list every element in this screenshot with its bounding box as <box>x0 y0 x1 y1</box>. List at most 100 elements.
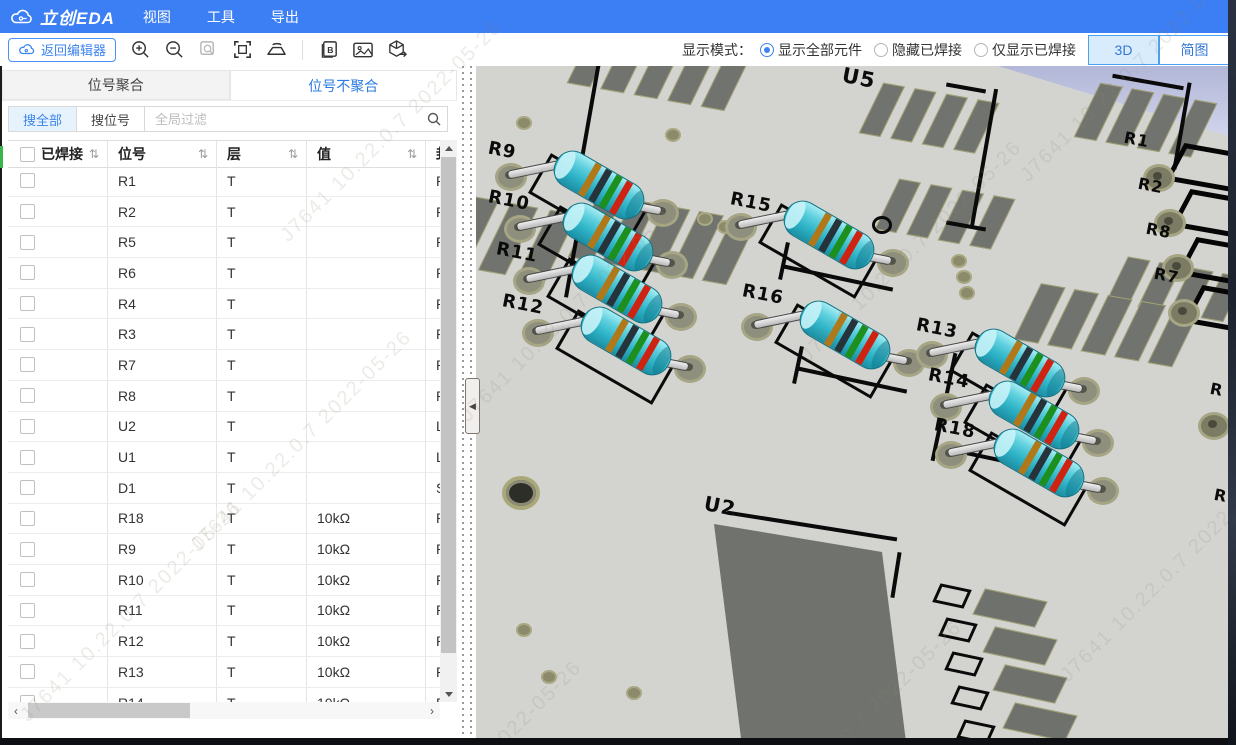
row-checkbox[interactable] <box>20 634 35 649</box>
pcb-3d-viewport[interactable]: U5R9R10R11R12R15R16R13R14R18U2R1R2R8R7RR <box>476 66 1228 738</box>
sort-icon[interactable]: ⇅ <box>198 147 208 161</box>
table-row[interactable]: R1TR <box>8 166 440 197</box>
menu-item-2[interactable]: 导出 <box>271 7 299 27</box>
fit-view-icon[interactable] <box>230 38 254 62</box>
cell-designator: R10 <box>107 565 216 595</box>
tab-0[interactable]: 位号聚合 <box>2 70 230 100</box>
table-row[interactable]: R14T10kΩR <box>8 688 440 702</box>
row-checkbox[interactable] <box>20 235 35 250</box>
cell-designator: R1 <box>107 166 216 196</box>
collapse-panel-handle[interactable]: ◀ <box>465 378 480 434</box>
cell-layer: T <box>216 258 306 288</box>
global-filter-input[interactable] <box>144 106 448 132</box>
ic-pad-row <box>576 66 755 114</box>
table-row[interactable]: R2TR <box>8 197 440 228</box>
vertical-scroll-thumb[interactable] <box>441 157 456 653</box>
table-row[interactable]: R9T10kΩR <box>8 534 440 565</box>
row-checkbox[interactable] <box>20 296 35 311</box>
via-pad <box>516 116 532 130</box>
menu-item-1[interactable]: 工具 <box>207 7 235 27</box>
row-checkbox[interactable] <box>20 388 35 403</box>
cell-package-clipped: R <box>425 258 440 288</box>
cell-layer: T <box>216 657 306 687</box>
select-all-checkbox[interactable] <box>20 147 35 162</box>
cell-package-clipped: R <box>425 688 440 702</box>
table-row[interactable]: R10T10kΩR <box>8 565 440 596</box>
tab-1[interactable]: 位号不聚合 <box>230 70 458 100</box>
sort-icon[interactable]: ⇅ <box>89 147 99 161</box>
row-checkbox[interactable] <box>20 204 35 219</box>
cell-layer: T <box>216 166 306 196</box>
back-to-editor-button[interactable]: 返回编辑器 <box>8 38 116 62</box>
horizontal-scroll-thumb[interactable] <box>28 703 190 718</box>
search-mode-0[interactable]: 搜全部 <box>8 106 77 132</box>
filter-wrap <box>144 106 448 132</box>
row-checkbox[interactable] <box>20 265 35 280</box>
scroll-right-button[interactable]: › <box>424 702 440 719</box>
row-checkbox[interactable] <box>20 695 35 702</box>
row-checkbox[interactable] <box>20 511 35 526</box>
smd-pad-bar <box>1002 702 1077 738</box>
table-row[interactable]: R8TR <box>8 381 440 412</box>
scroll-down-button[interactable] <box>440 686 457 702</box>
cell-value <box>306 289 425 319</box>
search-mode-1[interactable]: 搜位号 <box>76 106 145 132</box>
top-menu-bar: 立创EDA 视图 工具 导出 <box>0 0 1236 33</box>
table-row[interactable]: R4TR <box>8 289 440 320</box>
table-row[interactable]: D1TS <box>8 473 440 504</box>
table-row[interactable]: R7TR <box>8 350 440 381</box>
table-row[interactable]: R12T10kΩR <box>8 626 440 657</box>
content-area: 位号聚合位号不聚合 搜全部搜位号 已焊接 ⇅ <box>0 66 1236 738</box>
vertical-scrollbar[interactable] <box>440 140 457 702</box>
table-row[interactable]: R5TR <box>8 227 440 258</box>
row-checkbox[interactable] <box>20 173 35 188</box>
horizontal-scrollbar[interactable]: ‹ › <box>8 702 440 719</box>
radio-icon <box>760 43 774 57</box>
table-row[interactable]: R13T10kΩR <box>8 657 440 688</box>
radio-label: 仅显示已焊接 <box>992 40 1076 60</box>
view-button-简图[interactable]: 简图 <box>1159 36 1229 64</box>
table-row[interactable]: R3TR <box>8 319 440 350</box>
pcb-ref-label: R9 <box>486 137 518 163</box>
display-mode-radio-1[interactable]: 隐藏已焊接 <box>874 40 962 60</box>
zoom-in-icon[interactable] <box>128 38 152 62</box>
table-row[interactable]: U2TL <box>8 412 440 443</box>
sort-icon[interactable]: ⇅ <box>288 147 298 161</box>
table-row[interactable]: R6T R <box>8 258 440 289</box>
search-icon[interactable] <box>426 111 442 127</box>
cell-value: 10kΩ <box>306 688 425 702</box>
menu-item-0[interactable]: 视图 <box>143 7 171 27</box>
flip-board-icon[interactable] <box>264 38 288 62</box>
app-title: 立创EDA <box>40 4 115 29</box>
zoom-selection-icon[interactable] <box>196 38 220 62</box>
row-checkbox[interactable] <box>20 664 35 679</box>
cell-package-clipped: R <box>425 565 440 595</box>
panel-splitter[interactable]: ◀ <box>458 66 476 738</box>
table-row[interactable]: R18T10kΩR <box>8 504 440 535</box>
row-checkbox[interactable] <box>20 572 35 587</box>
display-mode-radio-2[interactable]: 仅显示已焊接 <box>974 40 1076 60</box>
row-checkbox[interactable] <box>20 327 35 342</box>
row-checkbox[interactable] <box>20 419 35 434</box>
export-3d-icon[interactable] <box>385 38 409 62</box>
table-row[interactable]: R11T10kΩR <box>8 596 440 627</box>
row-checkbox[interactable] <box>20 450 35 465</box>
sort-icon[interactable]: ⇅ <box>407 147 417 161</box>
cloud-logo-icon <box>10 8 34 26</box>
export-image-icon[interactable] <box>351 38 375 62</box>
scroll-up-button[interactable] <box>440 140 457 156</box>
scroll-left-button[interactable]: ‹ <box>8 702 24 719</box>
export-bom-icon[interactable]: B <box>317 38 341 62</box>
row-checkbox[interactable] <box>20 480 35 495</box>
smd-pad-bar <box>982 626 1057 665</box>
row-checkbox[interactable] <box>20 357 35 372</box>
pin-outline-box <box>944 651 984 676</box>
cell-designator: R6 <box>107 258 216 288</box>
pcb-ref-label: R2 <box>1136 174 1165 198</box>
view-button-3D[interactable]: 3D <box>1089 36 1159 64</box>
table-row[interactable]: U1TL <box>8 442 440 473</box>
display-mode-radio-0[interactable]: 显示全部元件 <box>760 40 862 60</box>
row-checkbox[interactable] <box>20 542 35 557</box>
row-checkbox[interactable] <box>20 603 35 618</box>
zoom-out-icon[interactable] <box>162 38 186 62</box>
